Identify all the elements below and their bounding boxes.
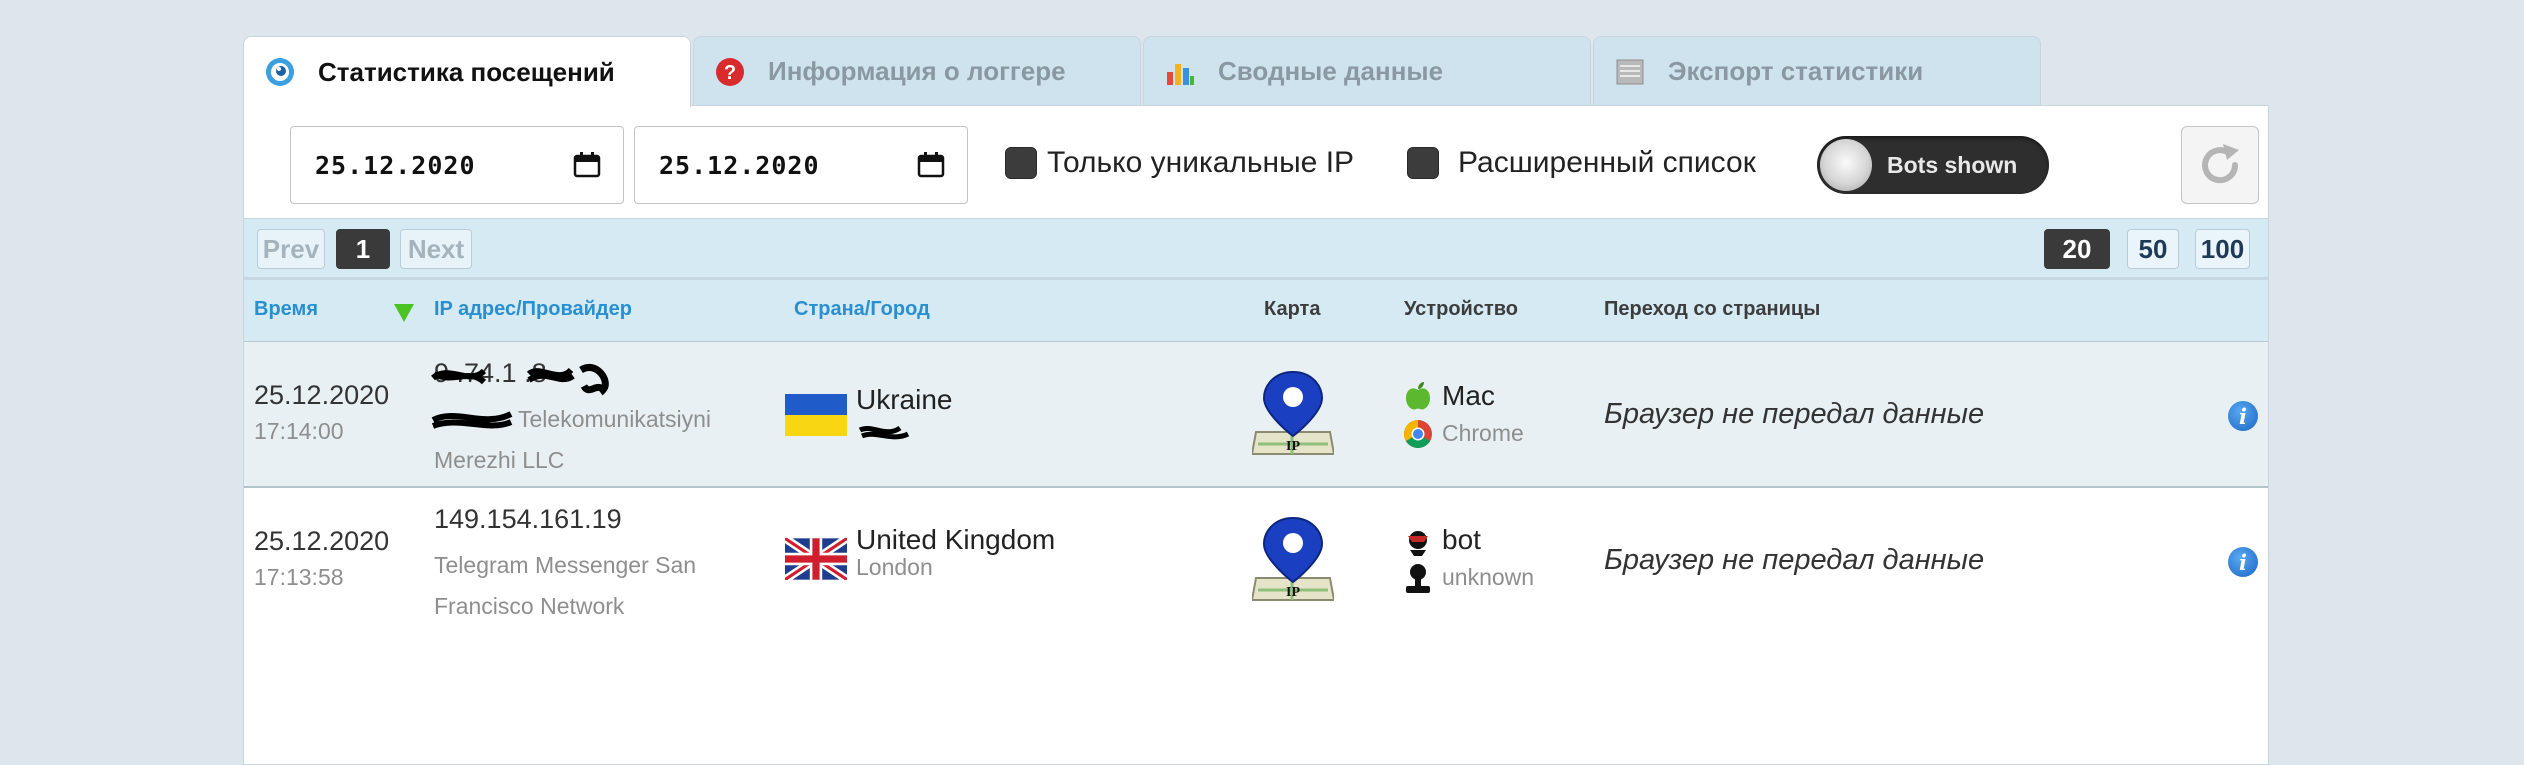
referrer-text: Браузер не передал данные bbox=[1604, 544, 1985, 576]
tab-label: Информация о логгере bbox=[768, 56, 1066, 86]
date-to-value: 25.12.2020 bbox=[659, 150, 820, 180]
bots-toggle-label: Bots shown bbox=[1887, 152, 2018, 178]
date-from-field[interactable]: 25.12.2020 bbox=[290, 126, 624, 204]
visit-date: 25.12.2020 bbox=[254, 526, 390, 556]
country-name: United Kingdom bbox=[856, 524, 1056, 555]
ip-address[interactable]: 149.154.161.19 bbox=[434, 504, 622, 535]
tab-visit-stats[interactable]: Статистика посещений bbox=[243, 36, 691, 107]
tab-summary[interactable]: Сводные данные bbox=[1143, 36, 1591, 106]
unique-ip-checkbox[interactable] bbox=[1005, 147, 1037, 179]
per-page-50-button[interactable]: 50 bbox=[2127, 229, 2179, 269]
tab-label: Статистика посещений bbox=[318, 56, 615, 87]
per-page-100-button[interactable]: 100 bbox=[2195, 229, 2250, 269]
redaction-mark bbox=[858, 425, 910, 440]
refresh-icon bbox=[2202, 144, 2239, 184]
calendar-icon[interactable] bbox=[917, 151, 945, 179]
bot-icon bbox=[1408, 531, 1428, 556]
table-row: 25.12.2020 17:13:58 149.154.161.19 Teleg… bbox=[244, 488, 2268, 634]
sort-desc-icon[interactable] bbox=[394, 304, 414, 322]
tab-logger-info[interactable]: ? Информация о логгере bbox=[693, 36, 1141, 106]
referrer-text: Браузер не передал данные bbox=[1604, 398, 1985, 430]
provider-name: Telegram Messenger San Francisco Network bbox=[434, 552, 697, 619]
calendar-icon[interactable] bbox=[573, 151, 601, 179]
column-referrer: Переход со страницы bbox=[1604, 298, 1821, 320]
uk-flag-icon bbox=[785, 538, 847, 580]
toggle-knob[interactable] bbox=[1820, 139, 1872, 191]
os-name: Mac bbox=[1442, 380, 1495, 411]
extended-list-checkbox[interactable] bbox=[1407, 147, 1439, 179]
country-name: Ukraine bbox=[856, 384, 953, 415]
svg-text:?: ? bbox=[724, 62, 736, 84]
column-device: Устройство bbox=[1404, 298, 1518, 320]
current-page-button[interactable]: 1 bbox=[336, 229, 390, 269]
tab-label: Сводные данные bbox=[1218, 56, 1444, 86]
pagination-bar: Prev 1 Next 20 50 100 bbox=[244, 218, 2268, 280]
date-to-field[interactable]: 25.12.2020 bbox=[634, 126, 968, 204]
column-time[interactable]: Время bbox=[254, 298, 318, 321]
bots-toggle[interactable]: Bots shown bbox=[1817, 136, 2049, 194]
unknown-user-icon bbox=[1406, 564, 1430, 593]
eye-icon bbox=[266, 58, 294, 86]
map-pin-icon[interactable]: IP bbox=[1252, 516, 1334, 604]
unique-ip-label: Только уникальные IP bbox=[1047, 146, 1355, 179]
info-icon[interactable]: i bbox=[2228, 401, 2258, 431]
question-icon: ? bbox=[716, 57, 744, 86]
visit-time: 17:13:58 bbox=[254, 564, 344, 590]
table-header: Время IP адрес/Провайдер Страна/Город Ка… bbox=[244, 280, 2268, 342]
export-icon bbox=[1616, 59, 1644, 84]
info-icon[interactable]: i bbox=[2228, 547, 2258, 577]
tab-label: Экспорт статистики bbox=[1668, 56, 1924, 86]
map-pin-icon[interactable]: IP bbox=[1252, 370, 1334, 458]
svg-text:IP: IP bbox=[1286, 585, 1300, 600]
tab-bar: Статистика посещений ? Информация о логг… bbox=[243, 36, 2043, 107]
chrome-icon bbox=[1404, 420, 1432, 448]
provider-name: Telekomunikatsiyni Merezhi LLC bbox=[434, 406, 712, 473]
prev-page-button[interactable]: Prev bbox=[257, 229, 325, 269]
browser-name: Chrome bbox=[1442, 420, 1524, 446]
ukraine-flag-icon bbox=[785, 394, 847, 436]
next-page-button[interactable]: Next bbox=[400, 229, 472, 269]
visit-date: 25.12.2020 bbox=[254, 380, 390, 410]
stats-panel: 25.12.2020 25.12.2020 Только уникальные … bbox=[243, 105, 2269, 765]
table-row: 25.12.2020 17:14:00 9 .74.1 .8 Telekomun… bbox=[244, 342, 2268, 488]
tab-export[interactable]: Экспорт статистики bbox=[1593, 36, 2041, 106]
visit-time: 17:14:00 bbox=[254, 418, 344, 444]
apple-icon bbox=[1406, 382, 1430, 410]
city-name: London bbox=[856, 554, 933, 580]
os-name: bot bbox=[1442, 524, 1481, 555]
per-page-20-button[interactable]: 20 bbox=[2044, 229, 2110, 269]
browser-name: unknown bbox=[1442, 564, 1535, 590]
column-ip[interactable]: IP адрес/Провайдер bbox=[434, 298, 632, 321]
filter-toolbar: 25.12.2020 25.12.2020 Только уникальные … bbox=[244, 106, 2268, 218]
column-map: Карта bbox=[1264, 298, 1321, 320]
svg-text:IP: IP bbox=[1286, 439, 1300, 454]
refresh-button[interactable] bbox=[2181, 126, 2259, 204]
extended-list-label: Расширенный список bbox=[1458, 146, 1756, 179]
bar-chart-icon bbox=[1167, 63, 1194, 85]
column-country[interactable]: Страна/Город bbox=[794, 298, 930, 321]
date-from-value: 25.12.2020 bbox=[315, 150, 476, 180]
